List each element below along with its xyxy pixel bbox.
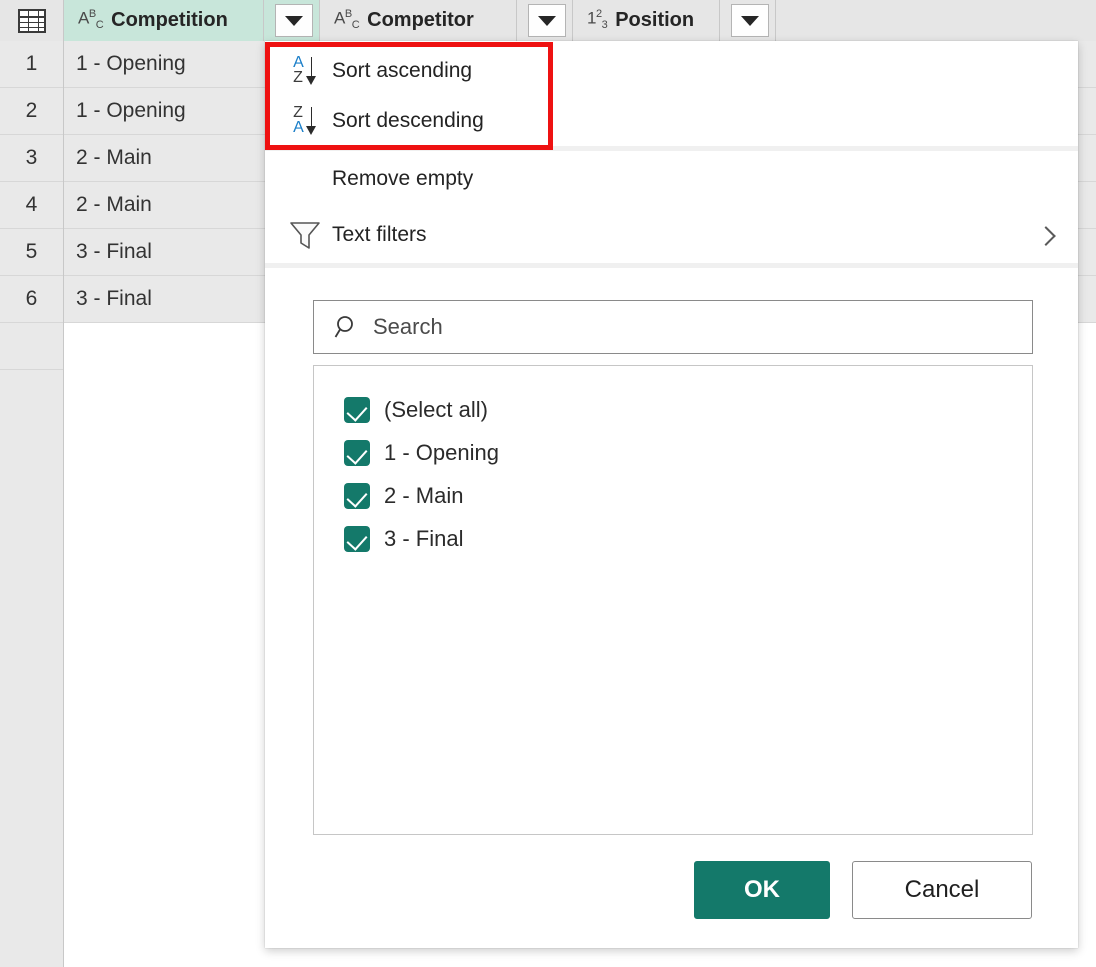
remove-empty-menu-item[interactable]: Remove empty bbox=[265, 151, 1078, 207]
list-item-label: 1 - Opening bbox=[384, 440, 499, 466]
sort-letter-bottom: A bbox=[293, 121, 304, 136]
search-placeholder: Search bbox=[373, 314, 443, 340]
search-icon bbox=[334, 314, 360, 340]
row-number: 3 bbox=[0, 135, 63, 182]
chevron-right-icon bbox=[1036, 226, 1056, 246]
text-filters-menu-item[interactable]: Text filters bbox=[265, 207, 1078, 263]
funnel-icon-svg bbox=[288, 219, 322, 251]
row-number: 5 bbox=[0, 229, 63, 276]
grid-corner-select-all[interactable] bbox=[0, 0, 64, 41]
menu-divider-2 bbox=[265, 263, 1078, 268]
search-input[interactable]: Search bbox=[313, 300, 1033, 354]
list-item[interactable]: 2 - Main bbox=[314, 474, 1032, 517]
cell-competition: 1 - Opening bbox=[64, 52, 186, 76]
column-filter-button-competitor[interactable] bbox=[517, 0, 573, 41]
checkbox-checked-icon[interactable] bbox=[344, 397, 370, 423]
list-item[interactable]: (Select all) bbox=[314, 388, 1032, 431]
table-icon bbox=[18, 9, 46, 33]
checkbox-checked-icon[interactable] bbox=[344, 526, 370, 552]
text-filters-label: Text filters bbox=[332, 223, 427, 247]
remove-empty-label: Remove empty bbox=[332, 167, 473, 191]
checkbox-checked-icon[interactable] bbox=[344, 440, 370, 466]
column-header-label: Competitor bbox=[367, 9, 486, 32]
row-number: 4 bbox=[0, 182, 63, 229]
power-query-filter-screen: ABC Competition ABC Competitor 123 Posit… bbox=[0, 0, 1096, 967]
list-item-label: 2 - Main bbox=[384, 483, 463, 509]
column-filter-button-competition[interactable] bbox=[264, 0, 320, 41]
cell-competition: 3 - Final bbox=[64, 287, 152, 311]
sort-options-group: A Z Sort ascending Z A bbox=[265, 41, 1078, 146]
list-item-label: 3 - Final bbox=[384, 526, 463, 552]
chevron-down-icon[interactable] bbox=[275, 4, 313, 37]
dialog-button-row: OK Cancel bbox=[694, 861, 1032, 919]
column-filter-button-position[interactable] bbox=[720, 0, 776, 41]
column-header-label: Position bbox=[615, 9, 706, 32]
ok-button[interactable]: OK bbox=[694, 861, 830, 919]
sort-ascending-menu-item[interactable]: A Z Sort ascending bbox=[265, 46, 1078, 96]
row-number: 1 bbox=[0, 41, 63, 88]
sort-descending-label: Sort descending bbox=[332, 109, 484, 133]
funnel-icon bbox=[278, 219, 332, 251]
filter-dropdown-panel: A Z Sort ascending Z A bbox=[265, 41, 1078, 948]
row-number: 6 bbox=[0, 276, 63, 323]
chevron-down-icon[interactable] bbox=[731, 4, 769, 37]
checkbox-checked-icon[interactable] bbox=[344, 483, 370, 509]
row-number-empty bbox=[0, 323, 63, 370]
list-item[interactable]: 3 - Final bbox=[314, 517, 1032, 560]
list-item-label: (Select all) bbox=[384, 397, 488, 423]
row-number-column: 1 2 3 4 5 6 bbox=[0, 41, 64, 967]
search-field-wrapper[interactable]: Search bbox=[313, 300, 1033, 354]
sort-descending-za-icon: Z A bbox=[278, 106, 332, 136]
abc-text-type-icon: ABC bbox=[78, 9, 103, 31]
column-header-position[interactable]: 123 Position bbox=[573, 0, 720, 41]
sort-ascending-az-icon: A Z bbox=[278, 56, 332, 86]
row-number: 2 bbox=[0, 88, 63, 135]
cancel-button[interactable]: Cancel bbox=[852, 861, 1032, 919]
123-number-type-icon: 123 bbox=[587, 9, 607, 31]
column-header-label: Competition bbox=[111, 9, 240, 32]
sort-ascending-label: Sort ascending bbox=[332, 59, 472, 83]
cell-competition: 3 - Final bbox=[64, 240, 152, 264]
column-header-competition[interactable]: ABC Competition bbox=[64, 0, 264, 41]
sort-descending-menu-item[interactable]: Z A Sort descending bbox=[265, 96, 1078, 146]
abc-text-type-icon: ABC bbox=[334, 9, 359, 31]
cell-competition: 1 - Opening bbox=[64, 99, 186, 123]
column-header-row: ABC Competition ABC Competitor 123 Posit… bbox=[0, 0, 1096, 41]
column-header-competitor[interactable]: ABC Competitor bbox=[320, 0, 517, 41]
cell-competition: 2 - Main bbox=[64, 146, 152, 170]
filter-values-listbox[interactable]: (Select all) 1 - Opening 2 - Main 3 - Fi… bbox=[313, 365, 1033, 835]
cell-competition: 2 - Main bbox=[64, 193, 152, 217]
column-header-filler bbox=[776, 0, 1096, 41]
list-item[interactable]: 1 - Opening bbox=[314, 431, 1032, 474]
chevron-down-icon[interactable] bbox=[528, 4, 566, 37]
sort-letter-bottom: Z bbox=[293, 71, 304, 86]
